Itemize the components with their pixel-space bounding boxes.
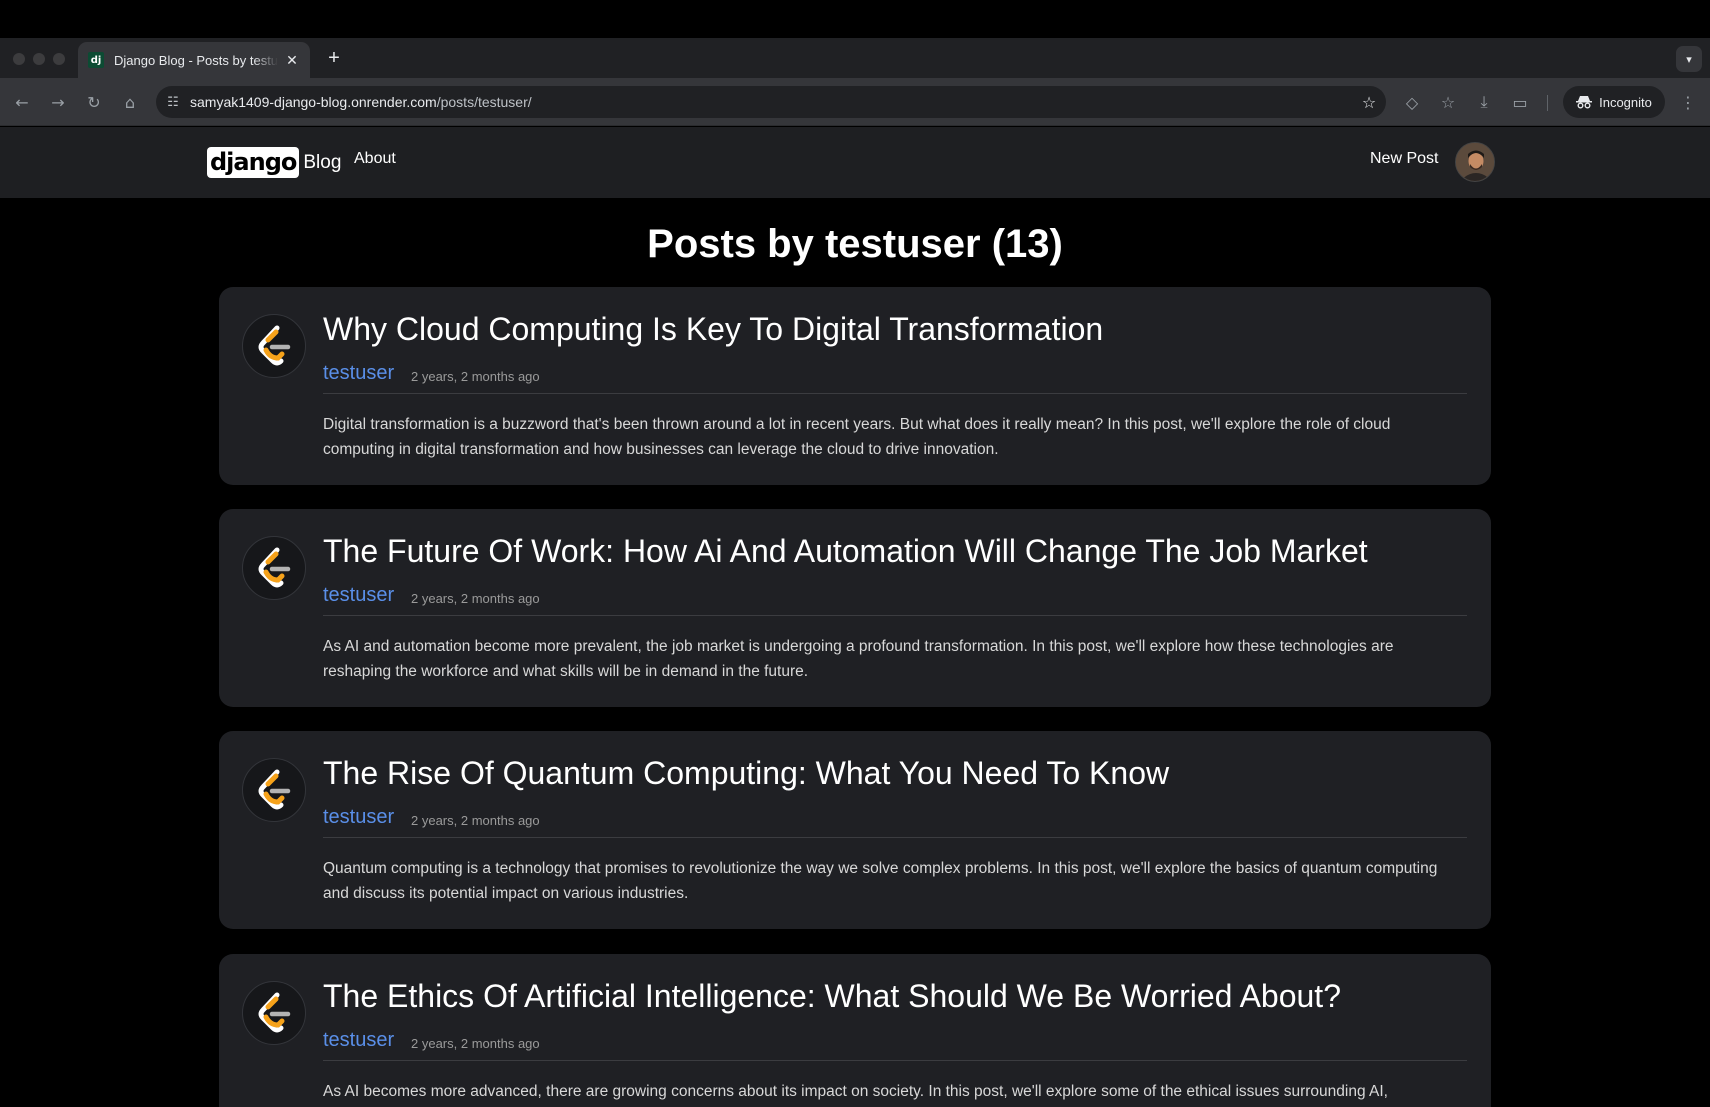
incognito-icon [1576, 96, 1593, 109]
post-divider [323, 837, 1467, 838]
nav-new-post-link[interactable]: New Post [1370, 150, 1438, 168]
post-title-link[interactable]: The Ethics Of Artificial Intelligence: W… [323, 978, 1341, 1015]
window-zoom-dot[interactable] [53, 53, 65, 65]
post-date: 2 years, 2 months ago [411, 369, 540, 384]
bookmark-star-icon[interactable]: ☆ [1352, 93, 1386, 112]
url-domain: samyak1409-django-blog.onrender.com [190, 94, 437, 110]
django-favicon-icon: dj [88, 52, 104, 68]
tab-search-chevron-icon[interactable]: ▾ [1676, 46, 1702, 72]
site-settings-icon[interactable]: ☷ [156, 86, 190, 118]
url-path: /posts/testuser/ [436, 94, 532, 110]
address-bar[interactable]: ☷ samyak1409-django-blog.onrender.com/po… [156, 86, 1386, 118]
django-logo: django [207, 147, 300, 178]
user-avatar[interactable] [1455, 142, 1495, 182]
post-title-link[interactable]: The Rise Of Quantum Computing: What You … [323, 755, 1169, 792]
post-author-link[interactable]: testuser [323, 1029, 394, 1052]
post-card: The Future Of Work: How Ai And Automatio… [219, 509, 1491, 707]
browser-tab-active[interactable]: dj Django Blog - Posts by testuser ✕ [78, 42, 310, 78]
bookmarks-icon[interactable]: ☆ [1436, 90, 1460, 114]
leetcode-logo-icon [242, 314, 306, 378]
post-author-link[interactable]: testuser [323, 584, 394, 607]
post-date: 2 years, 2 months ago [411, 591, 540, 606]
download-icon[interactable]: ⤓ [1472, 90, 1496, 114]
logo-blog-text: Blog [303, 151, 342, 173]
post-excerpt: As AI and automation become more prevale… [323, 638, 1394, 680]
post-excerpt: Digital transformation is a buzzword tha… [323, 416, 1391, 458]
extensions-icon[interactable]: ◇ [1400, 90, 1424, 114]
post-excerpt: Quantum computing is a technology that p… [323, 860, 1438, 902]
incognito-label: Incognito [1599, 94, 1652, 110]
post-title-link[interactable]: The Future Of Work: How Ai And Automatio… [323, 533, 1368, 570]
post-date: 2 years, 2 months ago [411, 1036, 540, 1051]
post-author-link[interactable]: testuser [323, 806, 394, 829]
home-icon[interactable]: ⌂ [118, 90, 142, 114]
post-divider [323, 393, 1467, 394]
post-card: The Ethics Of Artificial Intelligence: W… [219, 954, 1491, 1107]
post-title-link[interactable]: Why Cloud Computing Is Key To Digital Tr… [323, 311, 1103, 348]
new-tab-plus-icon[interactable]: + [320, 44, 348, 72]
incognito-indicator[interactable]: Incognito [1563, 86, 1665, 118]
site-logo-link[interactable]: django Blog [207, 147, 341, 178]
devices-icon[interactable]: ▭ [1508, 90, 1532, 114]
leetcode-logo-icon [242, 758, 306, 822]
reload-icon[interactable]: ↻ [82, 90, 106, 114]
address-url[interactable]: samyak1409-django-blog.onrender.com/post… [190, 94, 1352, 110]
post-excerpt: As AI becomes more advanced, there are g… [323, 1083, 1388, 1100]
page-title: Posts by testuser (13) [647, 222, 1063, 266]
post-divider [323, 615, 1467, 616]
window-close-dot[interactable] [13, 53, 25, 65]
post-author-link[interactable]: testuser [323, 362, 394, 385]
post-card: The Rise Of Quantum Computing: What You … [219, 731, 1491, 929]
browser-menu-icon[interactable]: ⋮ [1676, 90, 1700, 114]
post-card: Why Cloud Computing Is Key To Digital Tr… [219, 287, 1491, 485]
post-date: 2 years, 2 months ago [411, 813, 540, 828]
leetcode-logo-icon [242, 536, 306, 600]
tab-title: Django Blog - Posts by testuser [114, 52, 278, 68]
nav-about-link[interactable]: About [354, 150, 396, 168]
leetcode-logo-icon [242, 981, 306, 1045]
screen-top-bar [0, 0, 1710, 38]
window-minimize-dot[interactable] [33, 53, 45, 65]
tab-close-icon[interactable]: ✕ [284, 52, 300, 69]
post-divider [323, 1060, 1467, 1061]
toolbar-separator [1547, 95, 1548, 111]
back-arrow-icon[interactable]: ← [10, 90, 34, 114]
forward-arrow-icon[interactable]: → [46, 90, 70, 114]
